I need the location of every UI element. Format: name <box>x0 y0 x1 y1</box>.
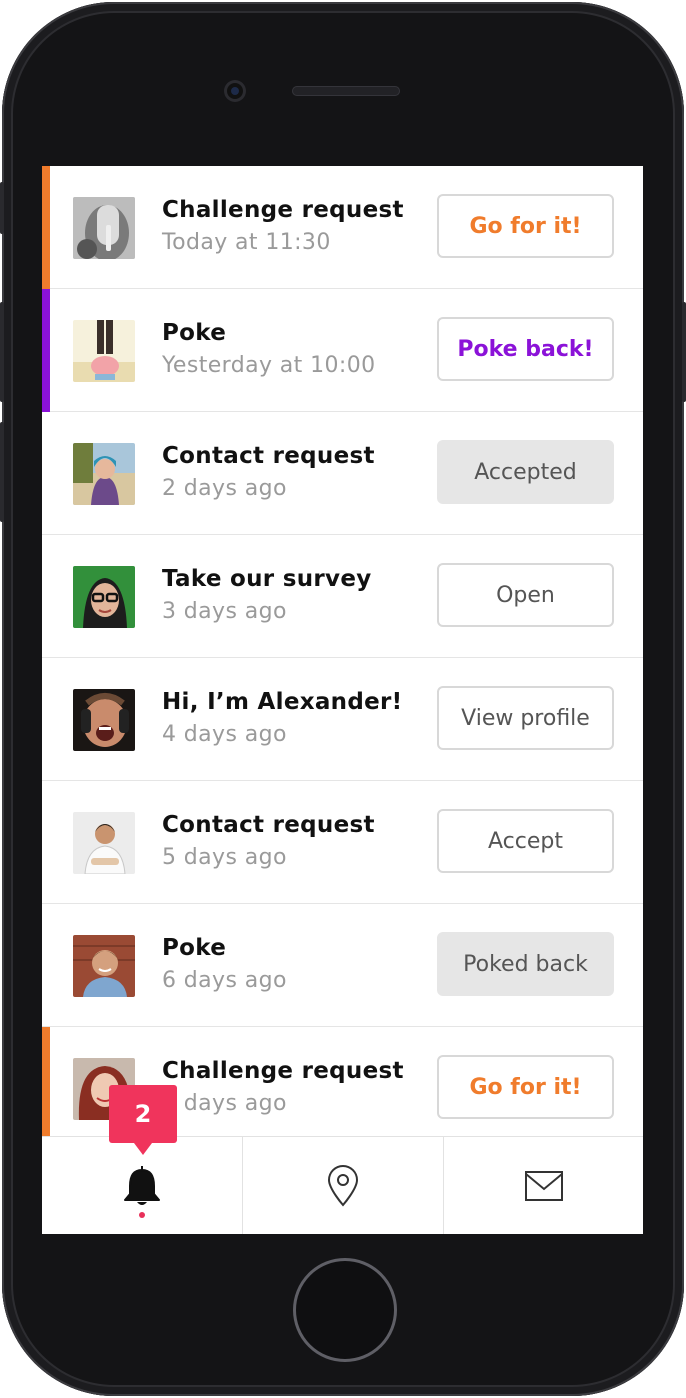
accepted-status-button: Accepted <box>437 440 614 504</box>
avatar <box>73 812 135 874</box>
view-profile-button[interactable]: View profile <box>437 686 614 750</box>
notification-time: Yesterday at 10:00 <box>162 353 376 378</box>
power-button <box>682 302 686 402</box>
notification-title: Contact request <box>162 812 375 838</box>
volume-up-button <box>0 302 4 402</box>
mail-icon <box>524 1171 563 1201</box>
avatar <box>73 197 135 259</box>
front-camera <box>224 80 246 102</box>
notification-time: 3 days ago <box>162 599 287 624</box>
notification-title: Take our survey <box>162 566 372 592</box>
accept-button[interactable]: Accept <box>437 809 614 873</box>
notification-title: Poke <box>162 935 227 961</box>
accent-bar <box>42 1027 50 1150</box>
avatar <box>73 443 135 505</box>
notification-count-badge: 2 <box>109 1085 177 1155</box>
avatar <box>73 689 135 751</box>
avatar <box>73 566 135 628</box>
bell-icon <box>124 1166 160 1205</box>
tab-location[interactable] <box>243 1137 444 1234</box>
notification-time: 2 days ago <box>162 476 287 501</box>
notification-time: 7 days ago <box>162 1091 287 1116</box>
tab-bar <box>42 1136 643 1234</box>
tab-messages[interactable] <box>444 1137 643 1234</box>
notification-list: Challenge request Today at 11:30 Go for … <box>42 166 643 1150</box>
notifications-screen: Challenge request Today at 11:30 Go for … <box>42 166 643 1234</box>
notification-title: Poke <box>162 320 227 346</box>
map-pin-icon <box>327 1165 359 1207</box>
notification-title: Challenge request <box>162 197 404 223</box>
mute-switch <box>0 182 4 234</box>
notification-time: 6 days ago <box>162 968 287 993</box>
go-for-it-button[interactable]: Go for it! <box>437 1055 614 1119</box>
notification-row: Take our survey 3 days ago Open <box>42 535 643 658</box>
go-for-it-button[interactable]: Go for it! <box>437 194 614 258</box>
notification-row: Poke Yesterday at 10:00 Poke back! <box>42 289 643 412</box>
avatar <box>73 935 135 997</box>
accent-bar <box>42 166 50 289</box>
notification-row: Poke 6 days ago Poked back <box>42 904 643 1027</box>
notification-time: Today at 11:30 <box>162 230 331 255</box>
accent-bar <box>42 289 50 412</box>
volume-down-button <box>0 422 4 522</box>
notification-row: Contact request 5 days ago Accept <box>42 781 643 904</box>
avatar <box>73 320 135 382</box>
notification-row: Challenge request Today at 11:30 Go for … <box>42 166 643 289</box>
notification-row: Hi, I’m Alexander! 4 days ago View profi… <box>42 658 643 781</box>
notification-row: Contact request 2 days ago Accepted <box>42 412 643 535</box>
poked-back-status-button: Poked back <box>437 932 614 996</box>
poke-back-button[interactable]: Poke back! <box>437 317 614 381</box>
earpiece-speaker <box>292 86 400 96</box>
notification-time: 4 days ago <box>162 722 287 747</box>
notification-title: Challenge request <box>162 1058 404 1084</box>
home-button[interactable] <box>293 1258 397 1362</box>
notification-time: 5 days ago <box>162 845 287 870</box>
active-tab-indicator <box>139 1212 145 1218</box>
notification-title: Hi, I’m Alexander! <box>162 689 403 715</box>
open-button[interactable]: Open <box>437 563 614 627</box>
notification-title: Contact request <box>162 443 375 469</box>
